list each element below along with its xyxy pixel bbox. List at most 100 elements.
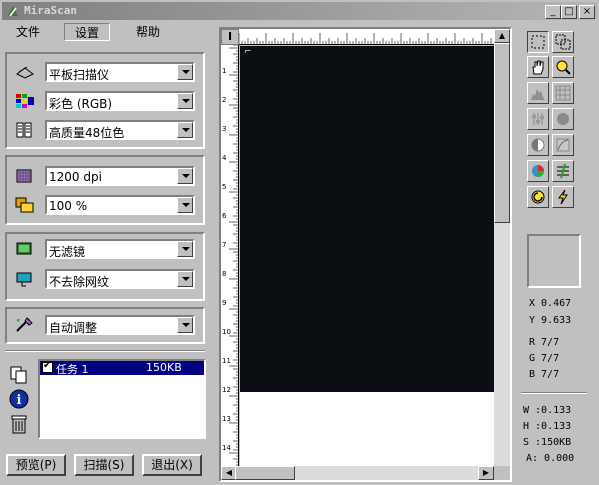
- task-name: 任务 1: [56, 363, 89, 376]
- angle-value: A: 0.000: [526, 453, 575, 464]
- height-value: H :0.133: [523, 421, 572, 432]
- ruler-label: 12: [222, 386, 231, 394]
- auto-adjust-icon: [16, 317, 33, 332]
- hue-icon: [557, 163, 569, 179]
- dpi-select[interactable]: 1200 dpi: [45, 166, 195, 186]
- color-tool[interactable]: [527, 160, 549, 182]
- grid-tool[interactable]: [552, 82, 574, 104]
- chevron-down-icon[interactable]: [177, 271, 193, 287]
- quick-scan-tool[interactable]: [552, 186, 574, 208]
- curve-tool[interactable]: [552, 134, 574, 156]
- color-mode-select[interactable]: 彩色 (RGB): [45, 91, 195, 111]
- scroll-right-button[interactable]: ▶: [478, 466, 494, 480]
- marquee-select-icon: [531, 35, 545, 49]
- circle-icon: [557, 113, 569, 125]
- green-value: G 7/7: [529, 353, 560, 364]
- contrast-icon: [531, 138, 545, 152]
- hue-tool[interactable]: [552, 160, 574, 182]
- vertical-scroll-thumb[interactable]: [494, 43, 510, 223]
- task-item[interactable]: 任务 1 150KB: [40, 360, 204, 376]
- exit-button[interactable]: 退出(X): [142, 454, 202, 476]
- menu-settings[interactable]: 设置: [64, 23, 111, 41]
- color-wheel-icon: [532, 165, 544, 177]
- scanner-type-row: 平板扫描仪: [13, 62, 203, 82]
- scanner-type-value: 平板扫描仪: [49, 68, 110, 82]
- adjust-row: 自动调整: [13, 315, 203, 335]
- descreen-icon: [16, 272, 32, 287]
- copy-task-button[interactable]: [8, 364, 30, 386]
- title-bar[interactable]: MiraScan _ □ ×: [2, 2, 597, 20]
- task-info-button[interactable]: i: [8, 388, 30, 410]
- color-mode-row: 彩色 (RGB): [13, 91, 203, 111]
- color-balance-tool[interactable]: [552, 108, 574, 130]
- ruler-label: 11: [222, 357, 231, 365]
- window-title: MiraScan: [24, 4, 77, 17]
- ruler-label: 8: [222, 270, 226, 278]
- x-coordinate: X 0.467: [529, 298, 572, 309]
- hand-tool[interactable]: [527, 56, 549, 78]
- menu-file[interactable]: 文件: [6, 23, 50, 41]
- bit-depth-select[interactable]: 高质量48位色: [45, 120, 195, 140]
- vertical-ruler: 1 2 3 4 5 6 7 8 9 10 11 12 13 14: [221, 44, 239, 466]
- scale-value: 100 %: [49, 199, 88, 213]
- magnifier-icon: [556, 60, 571, 75]
- scan-button[interactable]: 扫描(S): [74, 454, 134, 476]
- zoom-tool[interactable]: [552, 56, 574, 78]
- color-mode-value: 彩色 (RGB): [49, 97, 113, 111]
- grid-icon: [555, 85, 571, 101]
- menu-help[interactable]: 帮助: [126, 23, 170, 41]
- horizontal-scrollbar[interactable]: ◀ ▶: [221, 466, 494, 480]
- divider: [521, 392, 587, 394]
- adjust-select[interactable]: 自动调整: [45, 315, 195, 335]
- vertical-scrollbar[interactable]: ▲: [494, 29, 510, 466]
- ruler-label: 6: [222, 212, 227, 220]
- scale-select[interactable]: 100 %: [45, 195, 195, 215]
- color-mode-icon: [16, 94, 34, 108]
- delete-task-button[interactable]: [8, 413, 30, 435]
- descreen-select[interactable]: 不去除网纹: [45, 269, 195, 289]
- reset-tool[interactable]: [527, 186, 549, 208]
- chevron-down-icon[interactable]: [177, 317, 193, 333]
- chevron-down-icon[interactable]: [177, 122, 193, 138]
- preview-canvas[interactable]: ⌐: [240, 46, 494, 467]
- close-button[interactable]: ×: [579, 5, 595, 19]
- task-list[interactable]: 任务 1 150KB: [38, 359, 206, 439]
- task-checkbox[interactable]: [42, 360, 53, 373]
- scanned-image[interactable]: ⌐: [240, 46, 494, 392]
- filter-select[interactable]: 无滤镜: [45, 239, 195, 259]
- dpi-value: 1200 dpi: [49, 170, 102, 184]
- histogram-icon: [531, 89, 545, 100]
- contrast-tool[interactable]: [527, 134, 549, 156]
- scanner-type-select[interactable]: 平板扫描仪: [45, 62, 195, 82]
- bit-depth-icon: [16, 122, 32, 138]
- minimize-button[interactable]: _: [545, 5, 561, 19]
- level-tool[interactable]: [527, 108, 549, 130]
- mirascan-window: MiraScan _ □ × 文件 设置 帮助 平板扫描仪 彩色 (RGB) 高…: [0, 0, 599, 485]
- width-value: W :0.133: [523, 405, 572, 416]
- chevron-down-icon[interactable]: [177, 197, 193, 213]
- svg-text:i: i: [17, 393, 22, 408]
- scanner-icon: [16, 66, 34, 79]
- filter-group: 无滤镜 不去除网纹: [5, 232, 205, 301]
- maximize-button[interactable]: □: [561, 5, 577, 19]
- chevron-down-icon[interactable]: [177, 64, 193, 80]
- scroll-up-button[interactable]: ▲: [494, 29, 510, 43]
- ruler-corner[interactable]: I: [221, 29, 239, 45]
- descreen-value: 不去除网纹: [49, 275, 110, 289]
- preview-button[interactable]: 预览(P): [6, 454, 66, 476]
- histogram-tool[interactable]: [527, 82, 549, 104]
- maximize-icon: □: [564, 6, 574, 17]
- multi-select-tool[interactable]: [552, 31, 574, 53]
- add-selection-icon: [555, 34, 571, 50]
- select-tool[interactable]: [527, 31, 549, 53]
- horizontal-ruler-ticks: [238, 33, 492, 45]
- chevron-down-icon[interactable]: [177, 168, 193, 184]
- color-preview-box: [527, 234, 581, 288]
- chevron-down-icon[interactable]: [177, 93, 193, 109]
- horizontal-scroll-thumb[interactable]: [235, 466, 295, 480]
- close-icon: ×: [582, 6, 592, 17]
- chevron-down-icon[interactable]: [177, 241, 193, 257]
- filter-value: 无滤镜: [49, 245, 86, 259]
- ruler-label: 9: [222, 299, 226, 307]
- scanner-settings-group: 平板扫描仪 彩色 (RGB) 高质量48位色: [5, 52, 205, 149]
